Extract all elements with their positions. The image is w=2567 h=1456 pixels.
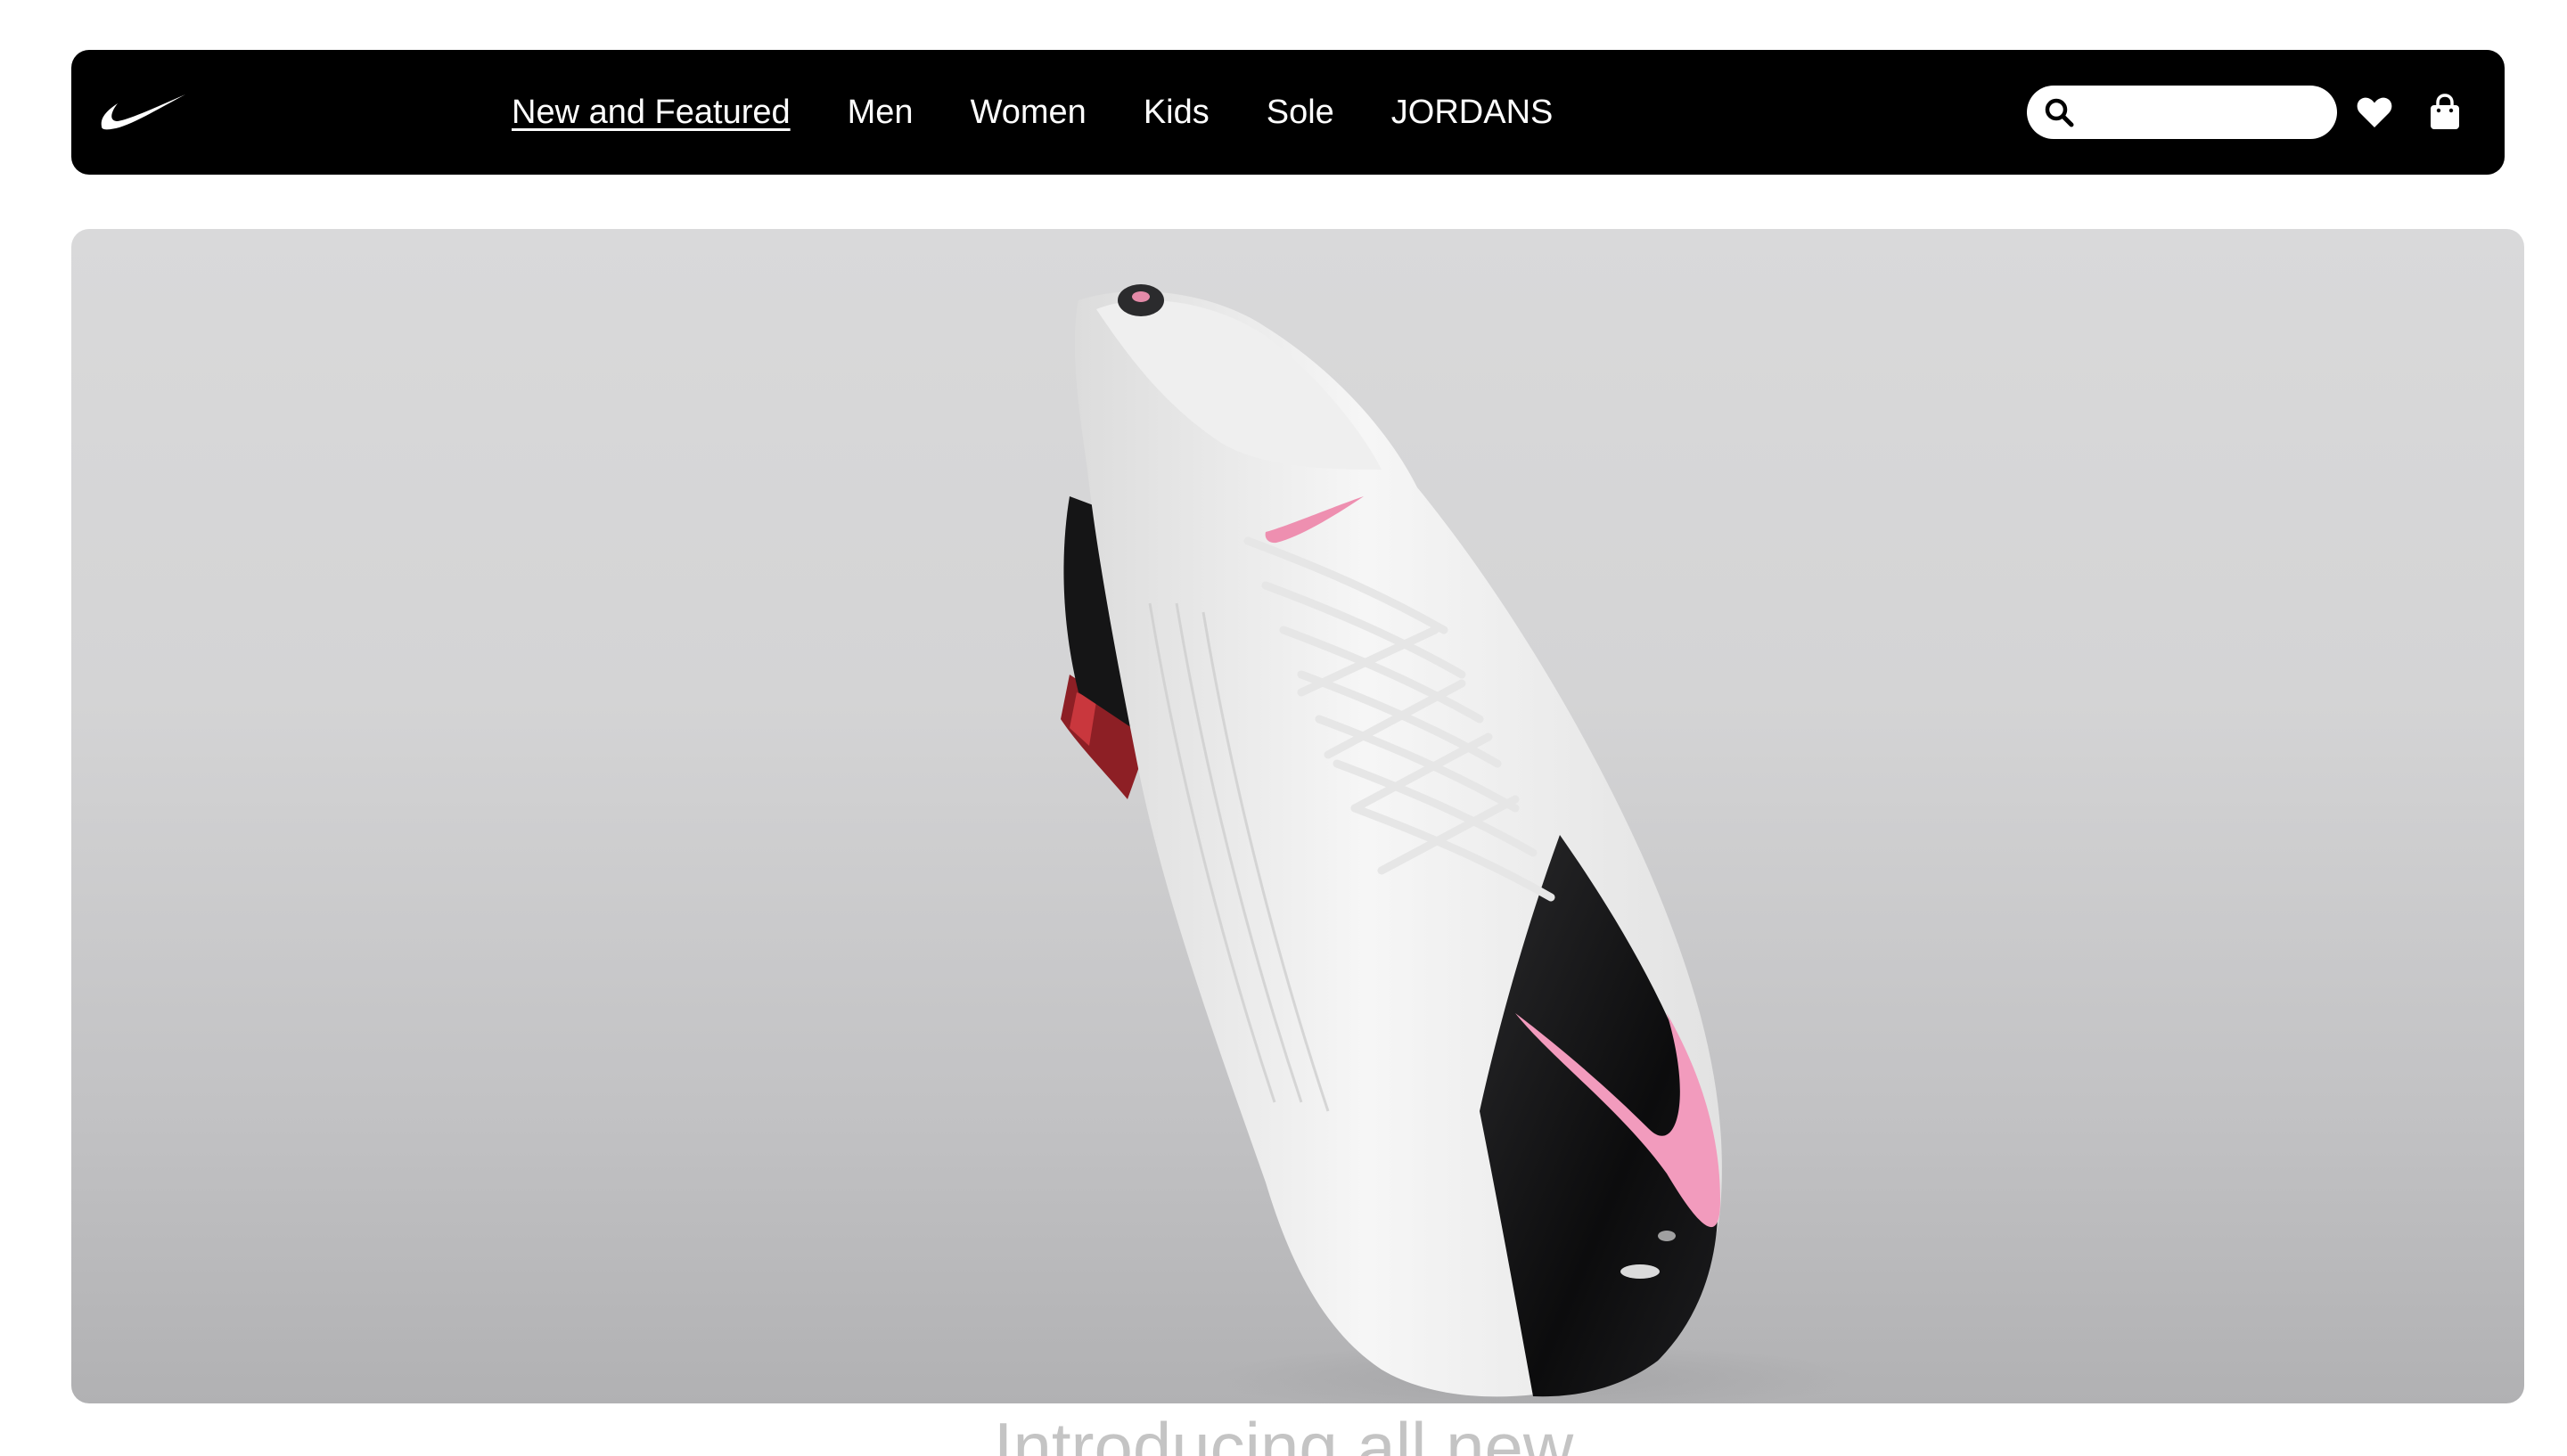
search-input[interactable] xyxy=(2082,86,2323,139)
nav-link-new-and-featured[interactable]: New and Featured xyxy=(512,95,791,129)
nav-link-jordans[interactable]: JORDANS xyxy=(1391,95,1554,129)
nike-swoosh-icon xyxy=(101,94,185,130)
shopping-bag-button[interactable] xyxy=(2425,93,2464,132)
search-icon[interactable] xyxy=(2043,96,2075,128)
main-nav: New and Featured Men Women Kids Sole JOR… xyxy=(512,50,1553,175)
page: New and Featured Men Women Kids Sole JOR… xyxy=(0,0,2567,1456)
hero-heading: Introducing all new xyxy=(993,1408,1574,1456)
favorites-button[interactable] xyxy=(2355,93,2394,132)
nav-link-women[interactable]: Women xyxy=(971,95,1087,129)
nav-link-sole[interactable]: Sole xyxy=(1267,95,1334,129)
nav-link-men[interactable]: Men xyxy=(848,95,914,129)
hero-banner xyxy=(71,229,2524,1403)
nav-link-kids[interactable]: Kids xyxy=(1144,95,1210,129)
heart-icon xyxy=(2357,97,2392,127)
top-navbar: New and Featured Men Women Kids Sole JOR… xyxy=(71,50,2505,175)
shopping-bag-icon xyxy=(2431,94,2459,129)
search-box[interactable] xyxy=(2027,86,2337,139)
football-boot-image xyxy=(1061,284,1854,1403)
